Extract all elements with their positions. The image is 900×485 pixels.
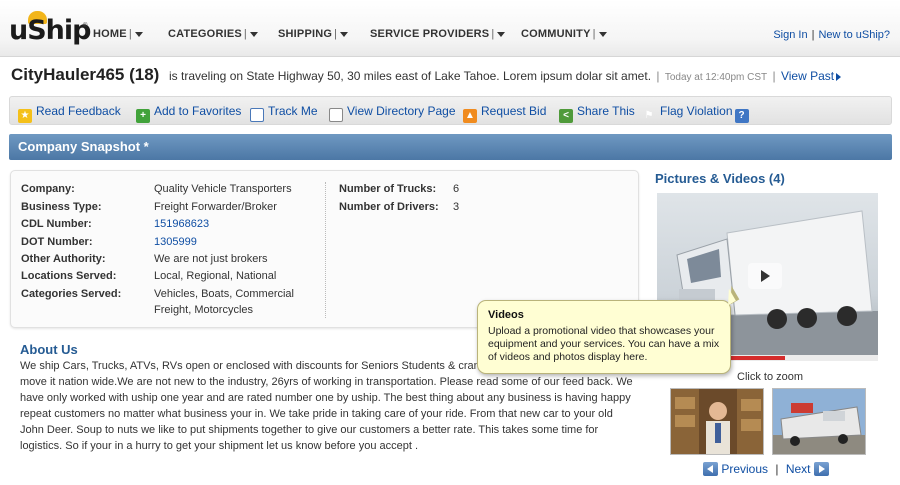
company-snapshot-header: Company Snapshot * xyxy=(9,134,892,160)
media-pager: Previous | Next xyxy=(703,462,829,476)
view-directory-page-button[interactable]: ≡ View Directory Page xyxy=(329,104,456,122)
flag-violation-button[interactable]: ⚑ Flag Violation? xyxy=(642,104,753,123)
directory-icon: ≡ xyxy=(329,108,343,122)
next-button[interactable]: Next xyxy=(786,462,829,476)
chevron-down-icon[interactable] xyxy=(598,31,607,37)
request-bid-button[interactable]: ▲ Request Bid xyxy=(463,104,546,123)
categories-served-cont: Freight, Motorcycles xyxy=(154,304,254,316)
warehouse-worker-image xyxy=(671,389,763,454)
bid-icon: ▲ xyxy=(463,109,477,123)
status-timestamp: Today at 12:40pm CST xyxy=(664,72,768,83)
nav-service-providers[interactable]: SERVICE PROVIDERS | xyxy=(370,28,506,40)
uship-logo[interactable]: uShip ® xyxy=(9,11,91,49)
field-label: Categories Served: xyxy=(21,288,122,300)
company-name: Quality Vehicle Transporters xyxy=(154,183,292,195)
nav-categories[interactable]: CATEGORIES | xyxy=(168,28,258,40)
about-us-title: About Us xyxy=(20,342,78,357)
number-of-drivers: 3 xyxy=(453,201,460,213)
help-icon[interactable]: ? xyxy=(734,109,749,123)
field-label: Company: xyxy=(21,183,75,195)
account-links: Sign In | New to uShip? xyxy=(773,29,890,41)
section-title: Company Snapshot * xyxy=(18,139,149,154)
column-divider xyxy=(325,182,326,318)
add-to-favorites-button[interactable]: + Add to Favorites xyxy=(136,104,241,123)
nav-community[interactable]: COMMUNITY | xyxy=(521,28,607,40)
username: CityHauler465 (18) xyxy=(11,65,160,84)
flag-icon: ⚑ xyxy=(644,110,654,121)
chevron-down-icon[interactable] xyxy=(497,31,506,37)
track-me-button[interactable]: ◉ Track Me xyxy=(250,104,318,122)
nav-community-label: COMMUNITY xyxy=(521,28,591,40)
thumbnail-photo[interactable] xyxy=(670,388,764,455)
pictures-videos-title: Pictures & Videos (4) xyxy=(655,171,785,186)
top-navigation: uShip ® HOME | CATEGORIES | SHIPPING | SERV… xyxy=(0,0,900,57)
sign-in-link[interactable]: Sign In xyxy=(773,29,807,41)
field-label: Other Authority: xyxy=(21,253,106,265)
previous-button[interactable]: Previous xyxy=(703,462,768,476)
chevron-down-icon[interactable] xyxy=(249,31,258,37)
nav-categories-label: CATEGORIES xyxy=(168,28,242,40)
target-icon: ◉ xyxy=(250,108,264,122)
trademark-mark: ® xyxy=(83,23,88,29)
nav-home-label: HOME xyxy=(93,28,127,40)
tooltip-body: Upload a promotional video that showcase… xyxy=(488,325,720,363)
field-label: Number of Trucks: xyxy=(339,183,437,195)
business-type: Freight Forwarder/Broker xyxy=(154,201,277,213)
nav-home[interactable]: HOME | xyxy=(93,28,143,40)
other-authority: We are not just brokers xyxy=(154,253,268,265)
field-label: CDL Number: xyxy=(21,218,92,230)
chevron-down-icon[interactable] xyxy=(134,31,143,37)
status-message: is traveling on State Highway 50, 30 mil… xyxy=(169,69,842,83)
share-icon: < xyxy=(559,109,573,123)
play-icon[interactable] xyxy=(748,263,782,289)
star-icon: ★ xyxy=(18,109,32,123)
thumbnail-photo[interactable] xyxy=(772,388,866,455)
field-label: Locations Served: xyxy=(21,270,117,282)
arrow-right-icon xyxy=(836,72,842,81)
cdl-number-link[interactable]: 151968623 xyxy=(154,218,209,230)
tooltip-title: Videos xyxy=(488,309,524,321)
action-toolbar: ★ Read Feedback + Add to Favorites ◉ Track … xyxy=(9,96,892,125)
field-label: DOT Number: xyxy=(21,236,93,248)
view-past-link[interactable]: View Past xyxy=(781,69,842,83)
nav-shipping-label: SHIPPING xyxy=(278,28,333,40)
status-text: is traveling on State Highway 50, 30 mil… xyxy=(169,69,652,83)
read-feedback-button[interactable]: ★ Read Feedback xyxy=(18,104,121,123)
locations-served: Local, Regional, National xyxy=(154,270,277,282)
arrow-left-icon xyxy=(703,462,718,476)
field-label: Business Type: xyxy=(21,201,102,213)
number-of-trucks: 6 xyxy=(453,183,460,195)
new-user-link[interactable]: New to uShip? xyxy=(818,29,890,41)
arrow-right-icon xyxy=(813,462,829,476)
company-row: Company: xyxy=(21,183,75,195)
share-this-button[interactable]: < Share This xyxy=(559,104,635,123)
field-label: Number of Drivers: xyxy=(339,201,439,213)
logo-text: uShip xyxy=(9,15,91,46)
plus-icon: + xyxy=(136,109,150,123)
click-to-zoom-label: Click to zoom xyxy=(737,371,804,383)
car-carrier-image xyxy=(773,389,865,454)
profile-header: CityHauler465 (18) is traveling on State… xyxy=(11,65,896,87)
nav-service-providers-label: SERVICE PROVIDERS xyxy=(370,28,490,40)
videos-tooltip: Videos Upload a promotional video that s… xyxy=(477,285,740,374)
dot-number-link[interactable]: 1305999 xyxy=(154,236,197,248)
nav-shipping[interactable]: SHIPPING | xyxy=(278,28,349,40)
chevron-down-icon[interactable] xyxy=(340,31,349,37)
categories-served: Vehicles, Boats, Commercial xyxy=(154,288,294,300)
